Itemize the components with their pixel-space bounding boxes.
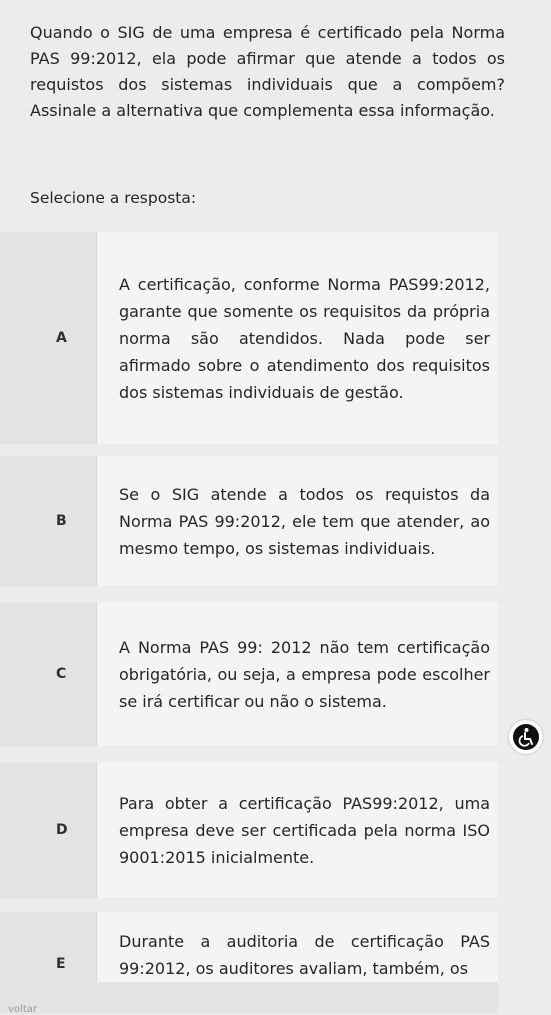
answer-prompt: Selecione a resposta: <box>30 189 197 207</box>
option-text: Se o SIG atende a todos os requistos da … <box>119 484 490 558</box>
option-body[interactable]: A Norma PAS 99: 2012 não tem certificaçã… <box>96 602 498 746</box>
option-body[interactable]: Para obter a certificação PAS99:2012, um… <box>96 762 498 898</box>
option-a[interactable]: A A certificação, conforme Norma PAS99:2… <box>0 232 498 444</box>
option-b[interactable]: B Se o SIG atende a todos os requistos d… <box>0 456 498 586</box>
option-letter: E <box>56 956 66 972</box>
option-letter: C <box>56 666 67 682</box>
accessibility-icon[interactable] <box>509 720 543 754</box>
question-text: Quando o SIG de uma empresa é certificad… <box>30 23 505 120</box>
option-text: A certificação, conforme Norma PAS99:201… <box>119 274 490 402</box>
option-text: A Norma PAS 99: 2012 não tem certificaçã… <box>119 637 490 711</box>
option-d[interactable]: D Para obter a certificação PAS99:2012, … <box>0 762 498 898</box>
back-link[interactable]: voltar <box>8 1004 37 1015</box>
option-letter: A <box>56 330 67 346</box>
option-e[interactable]: E Durante a auditoria de certificação PA… <box>0 912 498 1014</box>
option-text: Durante a auditoria de certificação PAS … <box>119 932 490 978</box>
option-letter: D <box>56 822 68 838</box>
option-c[interactable]: C A Norma PAS 99: 2012 não tem certifica… <box>0 602 498 746</box>
accessibility-glyph <box>513 724 539 750</box>
option-body[interactable]: A certificação, conforme Norma PAS99:201… <box>96 232 498 444</box>
option-body[interactable]: Durante a auditoria de certificação PAS … <box>96 912 498 982</box>
option-text: Para obter a certificação PAS99:2012, um… <box>119 793 490 867</box>
option-body[interactable]: Se o SIG atende a todos os requistos da … <box>96 456 498 586</box>
option-letter: B <box>56 513 67 529</box>
